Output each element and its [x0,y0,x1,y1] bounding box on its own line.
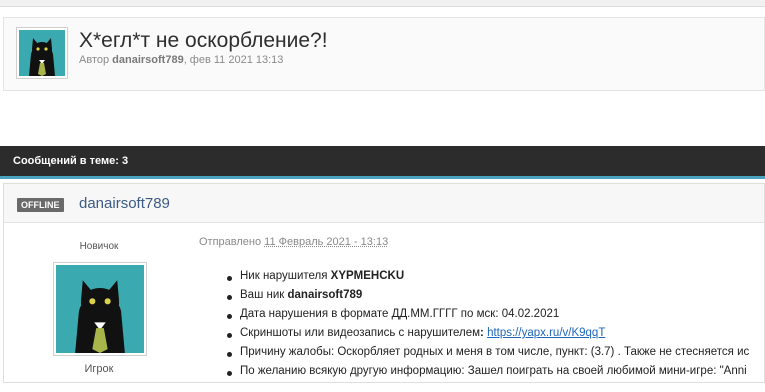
topic-author-link[interactable]: danairsoft789 [112,54,184,66]
top-strip [0,0,765,7]
complaint-details: Ник нарушителя XYPMEHCKU Ваш ник danairs… [215,270,765,384]
black-cat-avatar-icon [56,265,144,353]
topic-meta-prefix: Автор [79,54,112,66]
post-header: OFFLINE danairsoft789 [4,184,764,223]
list-item: Причину жалобы: Оскорбляет родных и меня… [215,346,765,365]
topic-header: Х*егл*т не оскорбление?! Автор danairsof… [3,17,765,91]
item-value: XYPMEHCKU [331,270,404,282]
list-item: Дата нарушения в формате ДД.ММ.ГГГГ по м… [215,308,765,327]
post: OFFLINE danairsoft789 Новичок Игрок Отпр… [3,183,765,383]
item-label: Ваш ник [240,289,288,301]
replies-count: Сообщений в теме: 3 [13,155,128,167]
black-cat-avatar-icon [19,30,65,76]
offline-status-badge: OFFLINE [17,198,64,212]
item-value: danairsoft789 [288,289,363,301]
post-author-link[interactable]: danairsoft789 [79,195,170,212]
item-label: По желанию всякую другую информацию: Заш… [240,365,747,377]
topic-author-avatar[interactable] [16,27,68,79]
author-group: Игрок [4,363,194,375]
post-date: Отправлено 11 Февраль 2021 - 13:13 [199,236,388,248]
item-value: : [480,327,484,339]
posted-label: Отправлено [199,236,264,248]
list-item: Ваш ник danairsoft789 [215,289,765,308]
item-label: Ник нарушителя [240,270,331,282]
post-body: Отправлено 11 Февраль 2021 - 13:13 Ник н… [199,222,765,392]
topic-title: Х*егл*т не оскорбление?! [79,29,328,53]
item-label: Дата нарушения в формате ДД.ММ.ГГГГ по м… [240,308,559,320]
topic-date: , фев 11 2021 13:13 [184,54,284,66]
evidence-link[interactable]: https://yapx.ru/v/K9qqT [487,327,605,339]
list-item: По желанию всякую другую информацию: Заш… [215,365,765,384]
topic-meta: Автор danairsoft789, фев 11 2021 13:13 [79,54,283,66]
item-label: Причину жалобы: Оскорбляет родных и меня… [240,346,749,358]
list-item: Скриншоты или видеозапись с нарушителем:… [215,327,765,346]
replies-count-bar: Сообщений в теме: 3 [0,146,765,176]
author-rank: Новичок [4,241,194,252]
post-author-avatar[interactable] [53,262,147,356]
author-info: Новичок Игрок [4,222,194,392]
accent-stripe [0,176,765,179]
list-item: Ник нарушителя XYPMEHCKU [215,270,765,289]
posted-date: 11 Февраль 2021 - 13:13 [264,236,388,248]
item-label: Скриншоты или видеозапись с нарушителем [240,327,480,339]
